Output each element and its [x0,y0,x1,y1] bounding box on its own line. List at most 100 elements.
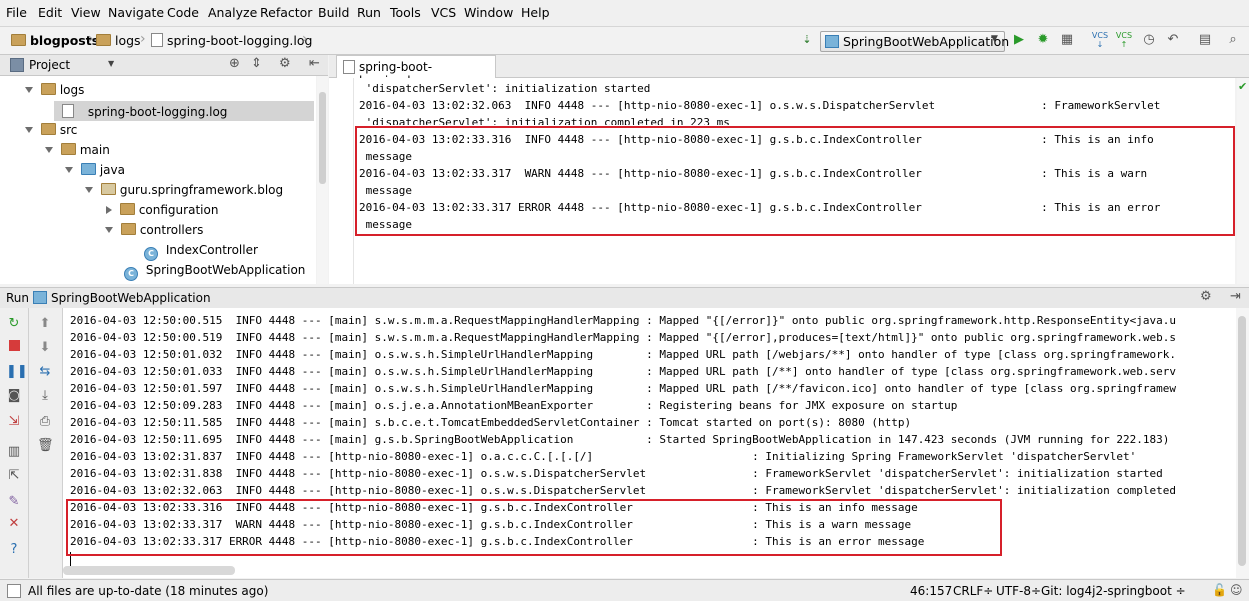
inspector-icon[interactable]: ☺ [1230,583,1243,597]
menu-vcs[interactable]: VCS [431,5,456,20]
console-line: 2016-04-03 12:50:09.283 INFO 4448 --- [m… [70,399,958,412]
scroll-to-end-icon[interactable]: ⤓ [37,388,53,404]
breadcrumb-separator-icon: › [88,31,94,47]
expanded-arrow-icon [25,127,33,133]
tree-item-main[interactable]: main [45,143,110,157]
debug-icon[interactable]: ✹ [1034,31,1052,49]
pause-icon[interactable]: ❚❚ [6,364,28,380]
menu-file[interactable]: File [6,5,27,20]
tree-item-label: controllers [139,223,204,237]
breadcrumb-project[interactable]: blogposts [11,33,99,48]
caret-position[interactable]: 46:157 [910,584,952,598]
project-structure-icon[interactable]: ▤ [1196,31,1214,49]
menu-edit[interactable]: Edit [38,5,62,20]
trash-icon[interactable]: 🗑 [37,438,54,454]
menu-code[interactable]: Code [167,5,199,20]
close-icon[interactable]: ✕ [6,516,22,532]
revert-icon[interactable]: ↶ [1164,31,1182,49]
restore-layout-icon[interactable]: ⇱ [6,468,22,484]
git-branch[interactable]: Git: log4j2-springboot ÷ [1041,584,1186,598]
menu-window[interactable]: Window [464,5,513,20]
folder-icon [41,83,56,95]
project-tree: logs spring-boot-logging.log src main ja… [0,76,316,284]
menu-help[interactable]: Help [521,5,550,20]
gear-icon[interactable]: ⚙ [279,56,291,71]
coverage-icon[interactable]: ▦ [1058,31,1076,49]
breadcrumb-folder[interactable]: logs [96,33,141,48]
console-line: 2016-04-03 12:50:00.519 INFO 4448 --- [m… [70,331,1176,344]
console-horizontal-scrollbar[interactable] [63,566,235,575]
project-folder-icon [11,34,26,46]
rerun-icon[interactable]: ↻ [6,316,22,332]
menu-run[interactable]: Run [357,5,381,20]
run-tab-label[interactable]: SpringBootWebApplication [51,291,211,305]
menu-build[interactable]: Build [318,5,349,20]
spring-boot-icon [33,291,47,304]
package-icon [120,203,135,215]
run-panel-header: Run SpringBootWebApplication ⚙ ⇥ [0,287,1249,309]
console-toolbar: ⬆ ⬇ ⇆ ⤓ ⎙ 🗑 [29,308,63,578]
menu-view[interactable]: View [71,5,101,20]
history-icon[interactable]: ◷ [1140,31,1158,49]
up-arrow-icon[interactable]: ⬆ [37,316,53,332]
hide-panel-icon[interactable]: ⇥ [1230,289,1241,304]
console-scrollbar[interactable] [1236,308,1249,578]
menu-navigate[interactable]: Navigate [108,5,164,20]
check-icon: ✔ [1238,80,1248,93]
run-icon[interactable]: ▶ [1010,31,1028,49]
tree-item-src[interactable]: src [25,123,77,137]
print-icon[interactable]: ⎙ [37,414,53,430]
editor-scrollbar[interactable]: ✔ [1237,78,1249,284]
chevron-down-icon[interactable]: ▼ [108,59,114,68]
layout-icon[interactable]: ▥ [6,444,22,460]
file-encoding[interactable]: UTF-8÷ [996,584,1041,598]
console-scrollbar-thumb[interactable] [1238,316,1246,566]
breadcrumb-separator-icon: › [140,31,146,47]
line-separator[interactable]: CRLF÷ [953,584,993,598]
search-icon[interactable]: ⌕ [1224,31,1242,49]
lock-icon[interactable]: 🔓 [1212,583,1227,597]
package-icon [101,183,116,195]
tree-item-java[interactable]: java [65,163,125,177]
console-line: 2016-04-03 13:02:31.838 INFO 4448 --- [h… [70,467,1163,480]
help-icon[interactable]: ? [6,542,22,558]
down-arrow-icon[interactable]: ⬇ [37,340,53,356]
soft-wrap-icon[interactable]: ⇆ [37,364,53,380]
exit-icon[interactable]: ⇲ [6,414,22,430]
hide-panel-icon[interactable]: ⇤ [309,56,320,71]
menu-refactor[interactable]: Refactor [260,5,312,20]
target-icon[interactable]: ⊕ [229,56,240,71]
tree-item-index-controller[interactable]: C IndexController [144,243,258,261]
project-panel-title[interactable]: Project [29,58,70,72]
panel-toggle-icon[interactable] [7,584,21,598]
project-scrollbar-thumb[interactable] [319,92,326,184]
run-configuration-select[interactable]: SpringBootWebApplication ▼ [820,31,1009,52]
pin-icon[interactable]: ✎ [6,494,22,510]
tree-item-controllers[interactable]: controllers [105,223,203,237]
folder-icon [61,143,76,155]
dump-threads-icon[interactable]: ◙ [6,388,22,404]
source-folder-icon [81,163,96,175]
vcs-update-icon[interactable]: VCS ↓ [1091,31,1109,49]
status-message: All files are up-to-date (18 minutes ago… [28,584,269,598]
menu-analyze[interactable]: Analyze [208,5,257,20]
tree-item-package[interactable]: guru.springframework.blog [85,183,283,197]
tree-item-logs[interactable]: logs [25,83,84,97]
breadcrumb-file[interactable]: spring-boot-logging.log [151,33,312,48]
tree-item-springboot-app[interactable]: C SpringBootWebApplication [124,263,305,281]
class-icon: C [144,247,158,261]
collapsed-arrow-icon [106,206,112,214]
tab-log-file[interactable]: spring-boot-logging.log [336,55,496,88]
tree-item-configuration[interactable]: configuration [106,203,218,217]
menu-tools[interactable]: Tools [390,5,421,20]
file-icon [62,104,74,118]
gear-icon[interactable]: ⚙ [1200,289,1212,304]
tree-item-log-file[interactable]: spring-boot-logging.log [54,101,314,121]
vcs-commit-icon[interactable]: VCS ↑ [1115,31,1133,49]
editor-line: 'dispatcherServlet': initialization comp… [359,116,730,125]
collapse-all-icon[interactable]: ⇕ [251,56,262,71]
chevron-down-icon: ▼ [991,34,998,44]
expanded-arrow-icon [85,187,93,193]
stop-icon[interactable] [6,340,22,356]
build-icon[interactable]: ⇣ [798,31,816,49]
